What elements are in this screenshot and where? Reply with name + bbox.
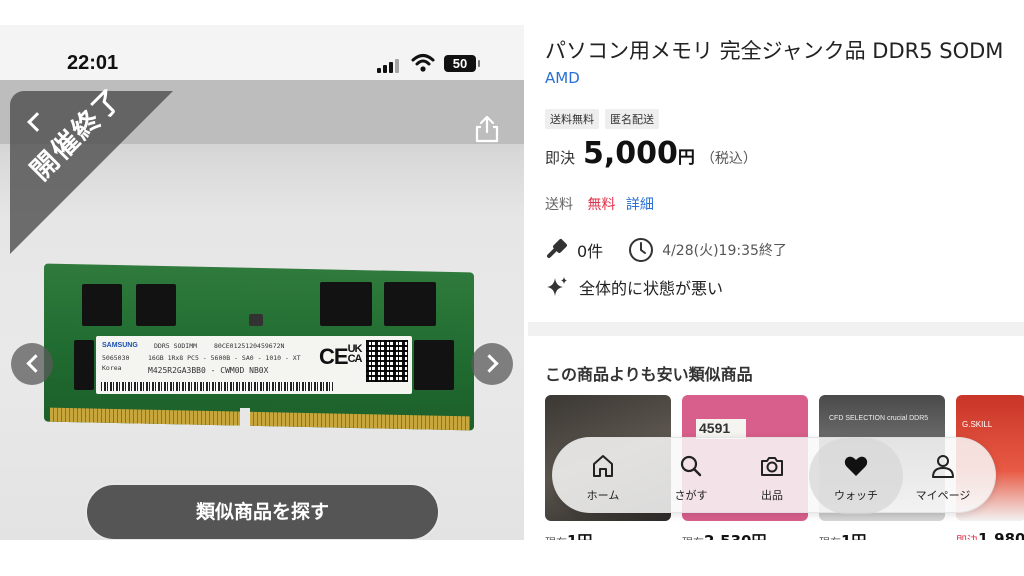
auction-meta-row: 0件 4/28(火)19:35終了: [545, 237, 787, 263]
home-icon: [593, 455, 613, 477]
price-tax-note: （税込）: [700, 151, 757, 167]
thumb-note: 4591: [696, 419, 746, 439]
thumb-text: G.SKILL: [962, 420, 993, 429]
tag-anonymous-delivery: 匿名配送: [605, 109, 659, 129]
find-similar-button[interactable]: 類似商品を探す: [85, 483, 440, 540]
qr-code: [366, 340, 408, 382]
cheaper-similar-title: この商品よりも安い類似商品: [545, 365, 753, 384]
clock-icon: [629, 238, 654, 262]
tab-label: 出品: [761, 489, 783, 502]
tab-label: ウォッチ: [834, 489, 878, 502]
memory-chip: [384, 282, 436, 326]
price-label: 現在: [545, 536, 567, 540]
tab-sell[interactable]: 出品: [728, 438, 816, 514]
barcode: [101, 382, 333, 391]
condition-row: 全体的に状態が悪い: [545, 275, 723, 299]
search-icon: [680, 455, 702, 477]
tab-home[interactable]: ホーム: [559, 438, 647, 514]
similar-item-price: 現在1円: [819, 530, 866, 540]
cellular-signal-icon: [377, 59, 399, 73]
brand-link[interactable]: AMD: [545, 69, 580, 87]
tag-free-shipping: 送料無料: [545, 109, 599, 129]
module-label: SAMSUNG DDR5 SODIMM 80CE0125120459672N 5…: [96, 336, 412, 394]
status-bar: 22:01 50: [0, 25, 524, 80]
memory-chip: [82, 284, 122, 326]
thumb-text: CFD SELECTION crucial DDR5: [829, 415, 929, 422]
wifi-icon: [411, 54, 435, 72]
label-serial: 80CE0125120459672N: [214, 342, 285, 350]
similar-item-price: 現在1円: [545, 530, 592, 540]
label-line2: 16GB 1Rx8 PC5 - 5600B - SA0 - 1010 - XT: [148, 354, 301, 362]
tag-list: 送料無料 匿名配送: [545, 109, 659, 129]
memory-chip: [136, 284, 176, 326]
status-time: 22:01: [67, 52, 119, 74]
tab-watch[interactable]: ウォッチ: [809, 438, 903, 514]
tab-label: さがす: [674, 489, 708, 502]
share-icon[interactable]: [474, 115, 500, 143]
tab-label: マイページ: [915, 489, 971, 502]
memory-chip: [74, 340, 94, 390]
shipping-value: 無料: [587, 197, 616, 213]
ce-ukca-mark: CEUK CA: [319, 343, 362, 370]
memory-chip: [414, 340, 454, 390]
price-row: 即決 5,000 円 （税込）: [545, 136, 757, 171]
price-value: 1円: [567, 532, 592, 540]
module-notch: [240, 408, 250, 428]
battery-icon: 50: [444, 55, 480, 72]
price-label: 現在: [682, 536, 704, 540]
memory-module-image: SAMSUNG DDR5 SODIMM 80CE0125120459672N 5…: [44, 263, 474, 431]
price-label: 即決: [956, 534, 978, 540]
label-code: 5065030: [102, 354, 130, 362]
previous-photo-button[interactable]: [11, 343, 53, 385]
shipping-label: 送料: [545, 197, 573, 213]
price-value: 1円: [841, 532, 866, 540]
similar-price-strip: 現在1円 現在2,530円 現在1円 即決1,980: [545, 530, 1024, 540]
label-line1: DDR5 SODIMM: [154, 342, 198, 350]
similar-item-price: 現在2,530円: [682, 530, 766, 540]
section-divider: [528, 322, 1024, 336]
screenshot-canvas: 22:01 50 SAMSUNG DDR5 SODIMM 80CE0125120…: [0, 0, 1024, 576]
heart-icon: [844, 456, 868, 476]
memory-chip: [320, 282, 372, 326]
tab-label: ホーム: [586, 489, 620, 502]
condition-text: 全体的に状態が悪い: [579, 279, 724, 298]
price-value: 5,000: [583, 136, 678, 171]
gavel-icon: [547, 239, 567, 258]
price-value: 1,980: [978, 530, 1024, 540]
label-line3: M425R2GA3BB0 - CWM0D NB0X: [148, 366, 269, 375]
price-unit: 円: [677, 148, 695, 168]
tab-search[interactable]: さがす: [647, 438, 735, 514]
next-photo-button[interactable]: [471, 343, 513, 385]
product-title: パソコン用メモリ 完全ジャンク品 DDR5 SODM: [545, 39, 1004, 63]
buy-now-label: 即決: [545, 149, 576, 167]
price-value: 2,530円: [704, 532, 766, 540]
tab-mypage[interactable]: マイページ: [899, 438, 987, 514]
label-brand: SAMSUNG: [102, 342, 138, 349]
bottom-tab-bar: ホーム さがす 出品 ウォッチ マイページ: [552, 437, 996, 514]
person-icon: [932, 455, 954, 478]
similar-item-price: 即決1,980: [956, 530, 1024, 540]
camera-icon: [761, 457, 783, 476]
sparkle-icon: [547, 277, 567, 296]
pmic-chip: [249, 314, 263, 326]
label-origin: Korea: [102, 364, 122, 372]
bid-count: 0件: [577, 242, 604, 261]
product-photo-panel: 22:01 50 SAMSUNG DDR5 SODIMM 80CE0125120…: [0, 25, 524, 540]
shipping-detail-link[interactable]: 詳細: [626, 197, 654, 213]
shipping-row: 送料 無料 詳細: [545, 194, 654, 214]
price-label: 現在: [819, 536, 841, 540]
end-time: 4/28(火)19:35終了: [662, 243, 787, 259]
